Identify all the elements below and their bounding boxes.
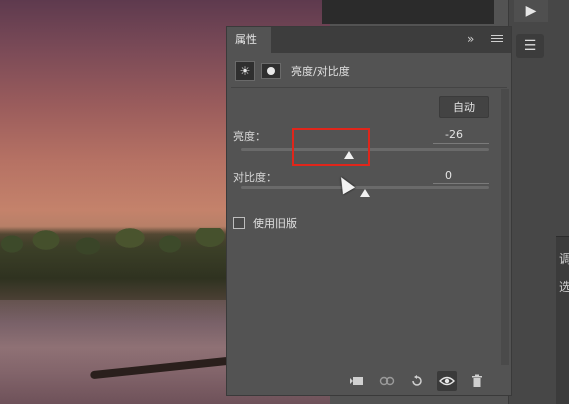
panel-bottom-toolbar [227,367,511,395]
contrast-slider-thumb[interactable] [360,189,370,197]
brightness-label: 亮度： [233,130,266,143]
adjustment-title: 亮度/对比度 [291,65,350,78]
auto-button[interactable]: 自动 [439,96,489,118]
adjacent-panel-text-1: 调 [559,252,569,266]
panel-menu-icon[interactable] [491,31,505,45]
brightness-value-underline [433,143,489,144]
sun-adjustment-icon[interactable]: ☀ [235,61,255,81]
properties-panel: 属性 » ☀ 亮度/对比度 自动 亮度： -26 对比度： 0 使用旧版 [226,26,512,396]
play-button[interactable]: ▶ [514,0,548,22]
clip-to-layer-icon[interactable] [347,371,367,391]
contrast-label: 对比度： [233,171,277,184]
adjacent-panel-text-2: 选 [559,280,569,294]
top-dark-bar [322,0,494,24]
play-icon: ▶ [525,3,537,19]
properties-dock-button[interactable]: ☰ [516,34,544,58]
legacy-checkbox[interactable] [233,217,245,229]
highlight-annotation [292,128,370,166]
eye-icon[interactable] [437,371,457,391]
legacy-label: 使用旧版 [253,217,297,230]
trash-icon[interactable] [467,371,487,391]
panel-scrollbar[interactable] [501,89,509,365]
mask-icon[interactable] [261,63,281,79]
contrast-value[interactable]: 0 [445,169,452,182]
contrast-value-underline [433,183,489,184]
panel-tab-bar: 属性 » [227,27,511,53]
collapse-panel-button[interactable]: » [467,32,474,46]
reset-icon[interactable] [407,371,427,391]
legacy-option[interactable]: 使用旧版 [233,215,297,231]
photoshop-window: ▶ ☰ 调 选 属性 » ☀ 亮度/对比度 自动 亮度： -26 对比度： 0 [0,0,569,404]
brightness-value[interactable]: -26 [445,128,463,141]
header-divider [231,87,507,88]
adjustment-header: ☀ 亮度/对比度 [235,59,350,83]
tab-properties[interactable]: 属性 [227,27,271,53]
properties-icon: ☰ [523,38,537,54]
view-previous-icon[interactable] [377,371,397,391]
